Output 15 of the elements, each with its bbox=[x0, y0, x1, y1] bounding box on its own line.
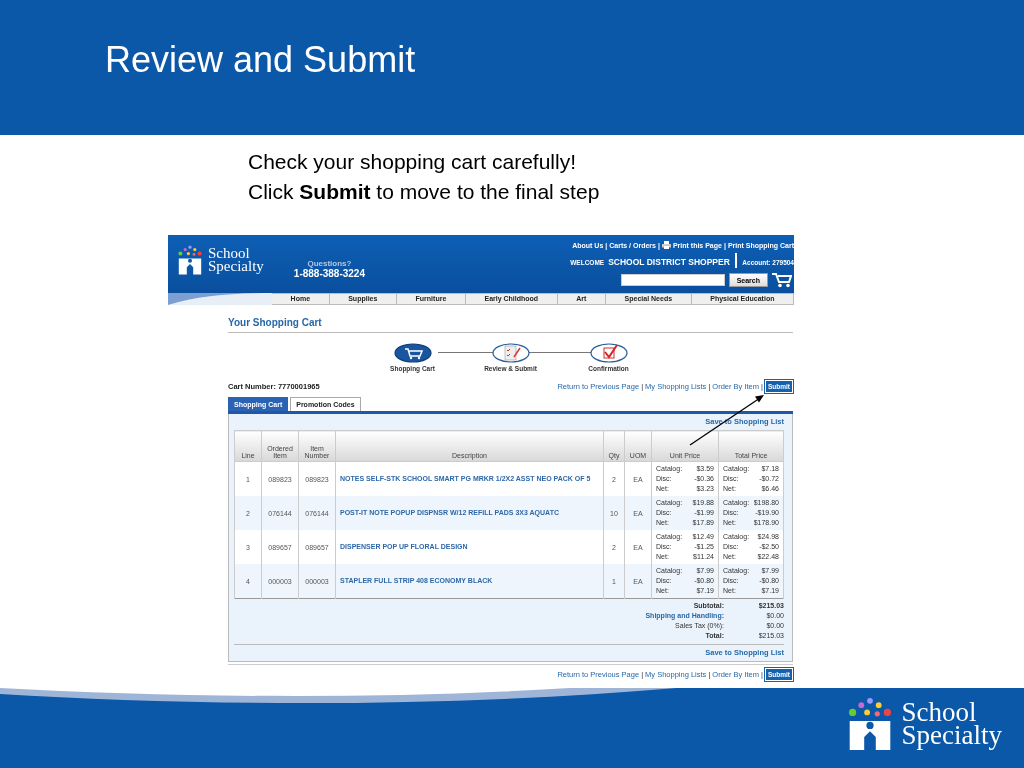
printer-icon bbox=[661, 241, 671, 249]
cart-step-icon[interactable] bbox=[393, 343, 432, 363]
instruction-text: Click Submit to move to the final step bbox=[248, 179, 600, 205]
slide-title: Review and Submit bbox=[105, 38, 416, 81]
separator: | bbox=[733, 251, 739, 269]
logo-text: School Specialty bbox=[208, 247, 264, 273]
user-name: SCHOOL DISTRICT SHOPPER bbox=[608, 257, 730, 267]
phone-number: 1-888-388-3224 bbox=[293, 268, 365, 279]
checkmark-step-icon[interactable] bbox=[589, 343, 628, 363]
search-field[interactable] bbox=[620, 274, 725, 286]
instruction-text: Check your shopping cart carefully! bbox=[248, 149, 576, 175]
cart-title: Your Shopping Cart bbox=[228, 317, 793, 333]
questions-label: Questions? bbox=[307, 259, 352, 268]
cart-icon[interactable] bbox=[772, 272, 792, 288]
checklist-step-icon[interactable] bbox=[491, 343, 530, 363]
